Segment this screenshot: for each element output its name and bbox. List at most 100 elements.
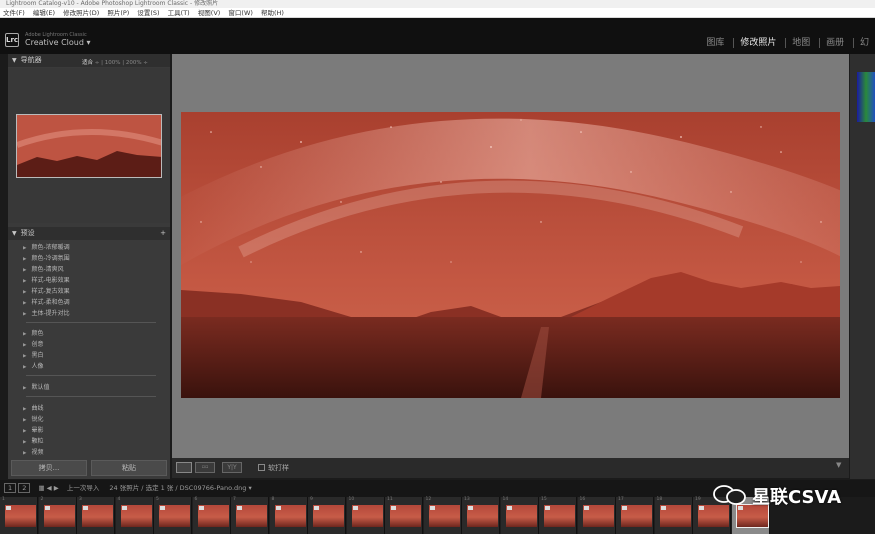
module-library[interactable]: 图库 xyxy=(700,38,730,48)
menu-window[interactable]: 窗口(W) xyxy=(228,9,253,17)
back-arrow-icon[interactable]: ◀ xyxy=(47,484,52,492)
expand-triangle-icon: ▶ xyxy=(23,246,27,251)
edited-badge-icon xyxy=(275,506,281,510)
brand-creative-cloud[interactable]: Creative Cloud ▾ xyxy=(25,38,91,47)
preset-folder[interactable]: ▶ 颜色 xyxy=(23,328,43,337)
preset-folder-label: 黑白 xyxy=(31,352,44,359)
filmstrip-thumbnail[interactable]: 10 xyxy=(346,497,385,534)
softproof-label: 软打样 xyxy=(268,464,289,472)
module-slideshow[interactable]: 幻 xyxy=(852,38,875,48)
menu-photo[interactable]: 照片(P) xyxy=(107,9,129,17)
filmstrip-thumbnail[interactable]: 4 xyxy=(115,497,154,534)
expand-triangle-icon: ▶ xyxy=(23,440,27,445)
filmstrip-thumbnail[interactable]: 15 xyxy=(539,497,577,534)
preset-folder[interactable]: ▶ 人像 xyxy=(23,361,43,370)
frame-number: 5 xyxy=(156,497,159,502)
edited-badge-icon xyxy=(699,506,704,510)
filmstrip-thumbnail[interactable]: 18 xyxy=(654,497,693,534)
preset-folder[interactable]: ▶ 黑白 xyxy=(23,350,43,359)
filmstrip-thumbnail[interactable]: 2 xyxy=(38,497,77,534)
filmstrip-thumbnail[interactable]: 16 xyxy=(577,497,616,534)
edited-badge-icon xyxy=(391,506,396,510)
edited-badge-icon xyxy=(352,506,358,510)
filmstrip-thumbnail[interactable]: 7 xyxy=(231,497,269,534)
zoom-fit[interactable]: 适合 xyxy=(82,60,93,66)
filmstrip-thumbnail[interactable]: 1 xyxy=(0,497,38,534)
preset-folder[interactable]: ▶ 默认值 xyxy=(23,382,49,391)
expand-triangle-icon: ▶ xyxy=(23,354,27,359)
copy-settings-button[interactable]: 拷贝... xyxy=(11,460,87,476)
preset-folder[interactable]: ▶ 样式-复古效果 xyxy=(23,286,70,295)
filmstrip-thumbnail[interactable]: 13 xyxy=(462,497,500,534)
grid-icon[interactable]: ▦ xyxy=(38,484,44,492)
edited-badge-icon xyxy=(6,506,11,510)
histogram[interactable] xyxy=(857,72,875,122)
secondary-window-icon[interactable]: 2 xyxy=(18,483,31,493)
preset-folder[interactable]: ▶ 晕影 xyxy=(23,425,43,434)
edited-badge-icon xyxy=(198,506,204,510)
preset-folder-label: 颜色-冷调氛围 xyxy=(31,255,70,262)
toolbar-menu-arrow-icon[interactable]: ▼ xyxy=(836,461,841,469)
preset-folder[interactable]: ▶ 主体-提升对比 xyxy=(23,308,70,317)
filename-dropdown[interactable]: DSC09766-Pano.dng ▾ xyxy=(180,484,252,492)
menu-develop[interactable]: 修改照片(D) xyxy=(63,9,99,17)
edited-badge-icon xyxy=(160,506,165,510)
preset-folder[interactable]: ▶ 样式-电影效果 xyxy=(23,275,70,284)
loupe-view-button[interactable] xyxy=(176,462,192,473)
preset-folder[interactable]: ▶ 颜色-冷调氛围 xyxy=(23,253,70,262)
module-develop[interactable]: 修改照片 xyxy=(733,38,783,48)
milky-way-panorama-image xyxy=(181,112,840,398)
module-map[interactable]: 地图 xyxy=(785,38,817,48)
softproof-checkbox[interactable] xyxy=(258,464,265,471)
preset-folder-label: 样式-柔和色调 xyxy=(31,299,70,306)
main-photo[interactable] xyxy=(181,112,840,398)
filmstrip-thumbnail[interactable]: 9 xyxy=(308,497,346,534)
menu-help[interactable]: 帮助(H) xyxy=(261,9,284,17)
preset-folder[interactable]: ▶ 视频 xyxy=(23,447,43,456)
menu-view[interactable]: 视图(V) xyxy=(198,9,221,17)
filmstrip-thumbnail[interactable]: 17 xyxy=(616,497,654,534)
preset-folder-label: 样式-电影效果 xyxy=(31,277,70,284)
expand-triangle-icon: ▶ xyxy=(23,257,27,262)
navigator-thumbnail[interactable] xyxy=(16,114,162,178)
preset-folder[interactable]: ▶ 颗粒 xyxy=(23,436,43,445)
menu-tools[interactable]: 工具(T) xyxy=(168,9,190,17)
preset-folder[interactable]: ▶ 创意 xyxy=(23,339,43,348)
forward-arrow-icon[interactable]: ▶ xyxy=(54,484,59,492)
filmstrip-thumbnail[interactable]: 11 xyxy=(385,497,423,534)
source-label[interactable]: 上一次导入 xyxy=(67,484,100,492)
frame-number: 16 xyxy=(579,497,586,502)
zoom-200[interactable]: 200% xyxy=(126,60,142,66)
menu-settings[interactable]: 设置(S) xyxy=(137,9,159,17)
menu-edit[interactable]: 编辑(E) xyxy=(33,9,55,17)
expand-triangle-icon: ▶ xyxy=(23,407,27,412)
filmstrip-thumbnail[interactable]: 14 xyxy=(500,497,539,534)
edited-badge-icon xyxy=(429,506,435,510)
before-after-button[interactable]: ▫▫ xyxy=(195,462,215,473)
filmstrip-thumbnail[interactable]: 8 xyxy=(269,497,308,534)
edited-badge-icon xyxy=(314,506,319,510)
wechat-logo-icon xyxy=(713,485,746,505)
frame-number: 12 xyxy=(425,497,432,502)
preset-folder-label: 颜色-浓郁暖调 xyxy=(31,244,70,251)
preset-folder[interactable]: ▶ 锐化 xyxy=(23,414,43,423)
before-after-mode-button[interactable]: Y|Y xyxy=(222,462,242,473)
expand-triangle-icon: ▶ xyxy=(23,429,27,434)
frame-number: 11 xyxy=(387,497,393,502)
menu-file[interactable]: 文件(F) xyxy=(3,9,25,17)
paste-settings-button[interactable]: 粘贴 xyxy=(91,460,167,476)
module-book[interactable]: 画册 xyxy=(819,38,851,48)
preset-folder[interactable]: ▶ 曲线 xyxy=(23,403,43,412)
preset-folder[interactable]: ▶ 颜色-清爽风 xyxy=(23,264,64,273)
preset-folder-label: 锐化 xyxy=(31,416,44,423)
filmstrip-thumbnail[interactable]: 3 xyxy=(77,497,115,534)
zoom-100[interactable]: 100% xyxy=(105,60,121,66)
collapse-triangle-icon: ▼ xyxy=(12,57,17,64)
filmstrip-thumbnail[interactable]: 6 xyxy=(192,497,231,534)
preset-folder[interactable]: ▶ 颜色-浓郁暖调 xyxy=(23,242,70,251)
frame-number: 14 xyxy=(502,497,509,502)
filmstrip-thumbnail[interactable]: 5 xyxy=(154,497,192,534)
primary-window-icon[interactable]: 1 xyxy=(4,483,17,493)
preset-folder[interactable]: ▶ 样式-柔和色调 xyxy=(23,297,70,306)
filmstrip-thumbnail[interactable]: 12 xyxy=(423,497,462,534)
